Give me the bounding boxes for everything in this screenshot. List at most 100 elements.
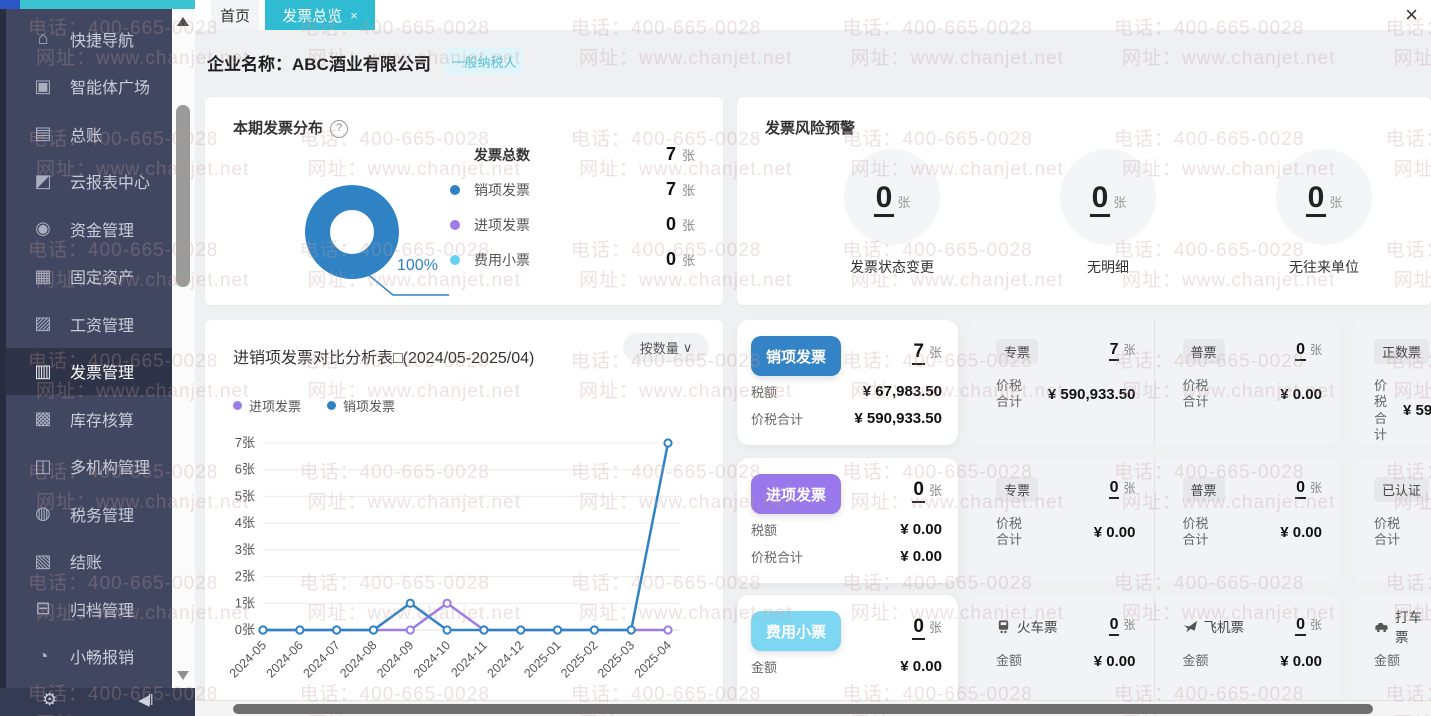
svg-text:2024-09: 2024-09 <box>374 638 416 680</box>
purchase-invoice-badge-button[interactable]: 进项发票 <box>751 474 841 514</box>
breakdown-飞机票: 飞机票0张金额¥ 0.00 <box>1155 595 1341 716</box>
cloud-report-icon: ◩ <box>32 171 54 192</box>
sidebar: ⌂快捷导航▣智能体广场▤总账 ◩ 云报表中心 ◉资金管理▦固定资产▨工资管理▥发票管理… <box>6 9 172 688</box>
transport-label: 打车票 <box>1395 606 1431 646</box>
sidebar-item-label: 云报表中心 <box>70 169 150 193</box>
svg-text:2024-12: 2024-12 <box>485 638 527 680</box>
legend-label: 费用小票 <box>474 250 666 270</box>
risk-count[interactable]: 0 <box>1306 183 1327 217</box>
sidebar-scrollbar[interactable] <box>172 9 195 688</box>
breakdown-field-label: 金额 <box>1183 653 1213 669</box>
breakdown-火车票: 火车票0张金额¥ 0.00 <box>968 595 1155 716</box>
svg-text:4张: 4张 <box>235 515 255 530</box>
tab-invoice-overview[interactable]: 发票总览× <box>265 0 375 30</box>
distribution-legend: 发票总数7张销项发票7张进项发票0张费用小票0张 <box>450 137 695 277</box>
sidebar-item-fixed-assets[interactable]: ▦固定资产 <box>6 253 172 301</box>
svg-text:2024-05: 2024-05 <box>227 638 269 680</box>
invoice-icon: ▥ <box>32 361 54 382</box>
horizontal-scrollbar[interactable] <box>195 700 1431 716</box>
risk-count[interactable]: 0 <box>874 183 895 217</box>
legend-unit: 张 <box>682 215 695 234</box>
tab-home[interactable]: 首页 <box>211 0 259 30</box>
purchase-invoice-extra-panel: 已认证价税合计 <box>1352 458 1431 583</box>
breakdown-field-value: ¥ 0.00 <box>1094 524 1136 541</box>
transport-label: 飞机票 <box>1204 616 1245 636</box>
purchase-invoice-count[interactable]: 0张 <box>912 480 942 503</box>
sidebar-item-funds[interactable]: ◉资金管理 <box>6 205 172 253</box>
scroll-up-icon[interactable] <box>177 17 189 26</box>
sidebar-item-multi-org[interactable]: ◫多机构管理 <box>6 443 172 491</box>
field-value: ¥ 0.00 <box>900 658 942 675</box>
risk-unit: 张 <box>1329 192 1342 211</box>
sidebar-item-cloud-reports[interactable]: ◩ 云报表中心 <box>6 158 172 206</box>
company-name: ABC酒业有限公司 <box>292 55 431 74</box>
sidebar-item-label: 多机构管理 <box>70 454 150 478</box>
expense-receipt-badge-button[interactable]: 费用小票 <box>751 611 841 651</box>
filter-label: 按数量 <box>640 338 679 357</box>
sales-invoice-count[interactable]: 7张 <box>912 342 942 365</box>
breakdown-count[interactable]: 0张 <box>1109 616 1136 637</box>
sidebar-item-archive[interactable]: ⊟归档管理 <box>6 585 172 633</box>
breakdown-count[interactable]: 0张 <box>1295 479 1322 500</box>
watermark-site-text: 网址：www.chanjet.net <box>579 43 792 70</box>
sidebar-item-general-ledger[interactable]: ▤总账 <box>6 110 172 158</box>
svg-text:2025-03: 2025-03 <box>595 638 637 680</box>
summary-row-purchase-invoice: 进项发票0张税额¥ 0.00价税合计¥ 0.00专票0张价税合计¥ 0.00普票… <box>737 458 1431 583</box>
risk-label: 无往来单位 <box>1244 257 1404 277</box>
quantity-filter-dropdown[interactable]: 按数量 ∨ <box>623 333 709 362</box>
horizontal-scrollbar-thumb[interactable] <box>233 704 1373 714</box>
breakdown-count[interactable]: 0张 <box>1109 479 1136 500</box>
svg-text:2024-07: 2024-07 <box>300 638 342 680</box>
distribution-legend-row: 进项发票0张 <box>450 207 695 242</box>
svg-text:7张: 7张 <box>235 435 255 450</box>
expense-receipt-count[interactable]: 0张 <box>912 617 942 640</box>
train-icon <box>996 619 1011 634</box>
risk-panel-title: 发票风险预警 <box>765 117 855 138</box>
breakdown-count-number: 0 <box>1295 342 1306 362</box>
chart-legend-item[interactable]: 进项发票 <box>233 396 301 415</box>
sidebar-item-tax[interactable]: ◍税务管理 <box>6 490 172 538</box>
sidebar-item-reimburse[interactable]: ◔小畅报销 <box>6 633 172 681</box>
mute-speaker-icon[interactable]: ◀‖ <box>138 691 152 709</box>
breakdown-count-number: 0 <box>1109 617 1120 637</box>
expense-receipt-count-number: 0 <box>912 617 925 640</box>
scroll-down-icon[interactable] <box>177 671 189 680</box>
sidebar-item-closing[interactable]: ▧结账 <box>6 538 172 586</box>
sidebar-item-label: 快捷导航 <box>70 27 134 51</box>
help-icon[interactable]: ? <box>330 120 348 138</box>
sidebar-item-inventory[interactable]: ▩库存核算 <box>6 395 172 443</box>
type-chip: 普票 <box>1183 339 1225 364</box>
summary-row-sales-invoice: 销项发票7张税额¥ 67,983.50价税合计¥ 590,933.50专票7张价… <box>737 320 1431 445</box>
donut-percentage-label: 100% <box>397 257 438 275</box>
sidebar-scrollbar-thumb[interactable] <box>176 105 190 287</box>
chart-legend-item[interactable]: 销项发票 <box>327 396 395 415</box>
svg-text:2024-08: 2024-08 <box>337 638 379 680</box>
summary-field: 税额¥ 67,983.50 <box>751 378 942 405</box>
legend-unit: 张 <box>682 250 695 269</box>
sidebar-item-agent-plaza[interactable]: ▣智能体广场 <box>6 63 172 111</box>
sidebar-item-label: 总账 <box>70 122 102 146</box>
sidebar-item-quick-nav[interactable]: ⌂快捷导航 <box>6 15 172 63</box>
expense-receipt-card: 费用小票0张金额¥ 0.00 <box>737 595 958 716</box>
distribution-legend-row: 销项发票7张 <box>450 172 695 207</box>
risk-count[interactable]: 0 <box>1090 183 1111 217</box>
extra-head: 正数票 <box>1374 338 1431 364</box>
tax-icon: ◍ <box>32 503 54 524</box>
sales-invoice-badge-button[interactable]: 销项发票 <box>751 336 841 376</box>
chevron-down-icon: ∨ <box>683 340 693 356</box>
extra-field-label: 价税合计 <box>1374 516 1404 549</box>
sidebar-item-payroll[interactable]: ▨工资管理 <box>6 300 172 348</box>
sidebar-item-invoice[interactable]: ▥发票管理 <box>6 348 172 396</box>
risk-label: 无明细 <box>1028 257 1188 277</box>
legend-value: 0 <box>666 214 676 235</box>
breakdown-count[interactable]: 0张 <box>1295 616 1322 637</box>
sales-invoice-breakdown-panel: 专票7张价税合计¥ 590,933.50普票0张价税合计¥ 0.00 <box>968 320 1340 445</box>
breakdown-count[interactable]: 7张 <box>1109 341 1136 362</box>
settings-gear-icon[interactable]: ⚙ <box>42 690 57 710</box>
breakdown-count[interactable]: 0张 <box>1295 341 1322 362</box>
breakdown-field-value: ¥ 590,933.50 <box>1048 386 1136 403</box>
svg-text:2024-10: 2024-10 <box>411 638 453 680</box>
warehouse-icon: ▩ <box>32 408 54 429</box>
close-icon[interactable]: × <box>1405 1 1418 29</box>
tab-close-icon[interactable]: × <box>350 8 358 23</box>
